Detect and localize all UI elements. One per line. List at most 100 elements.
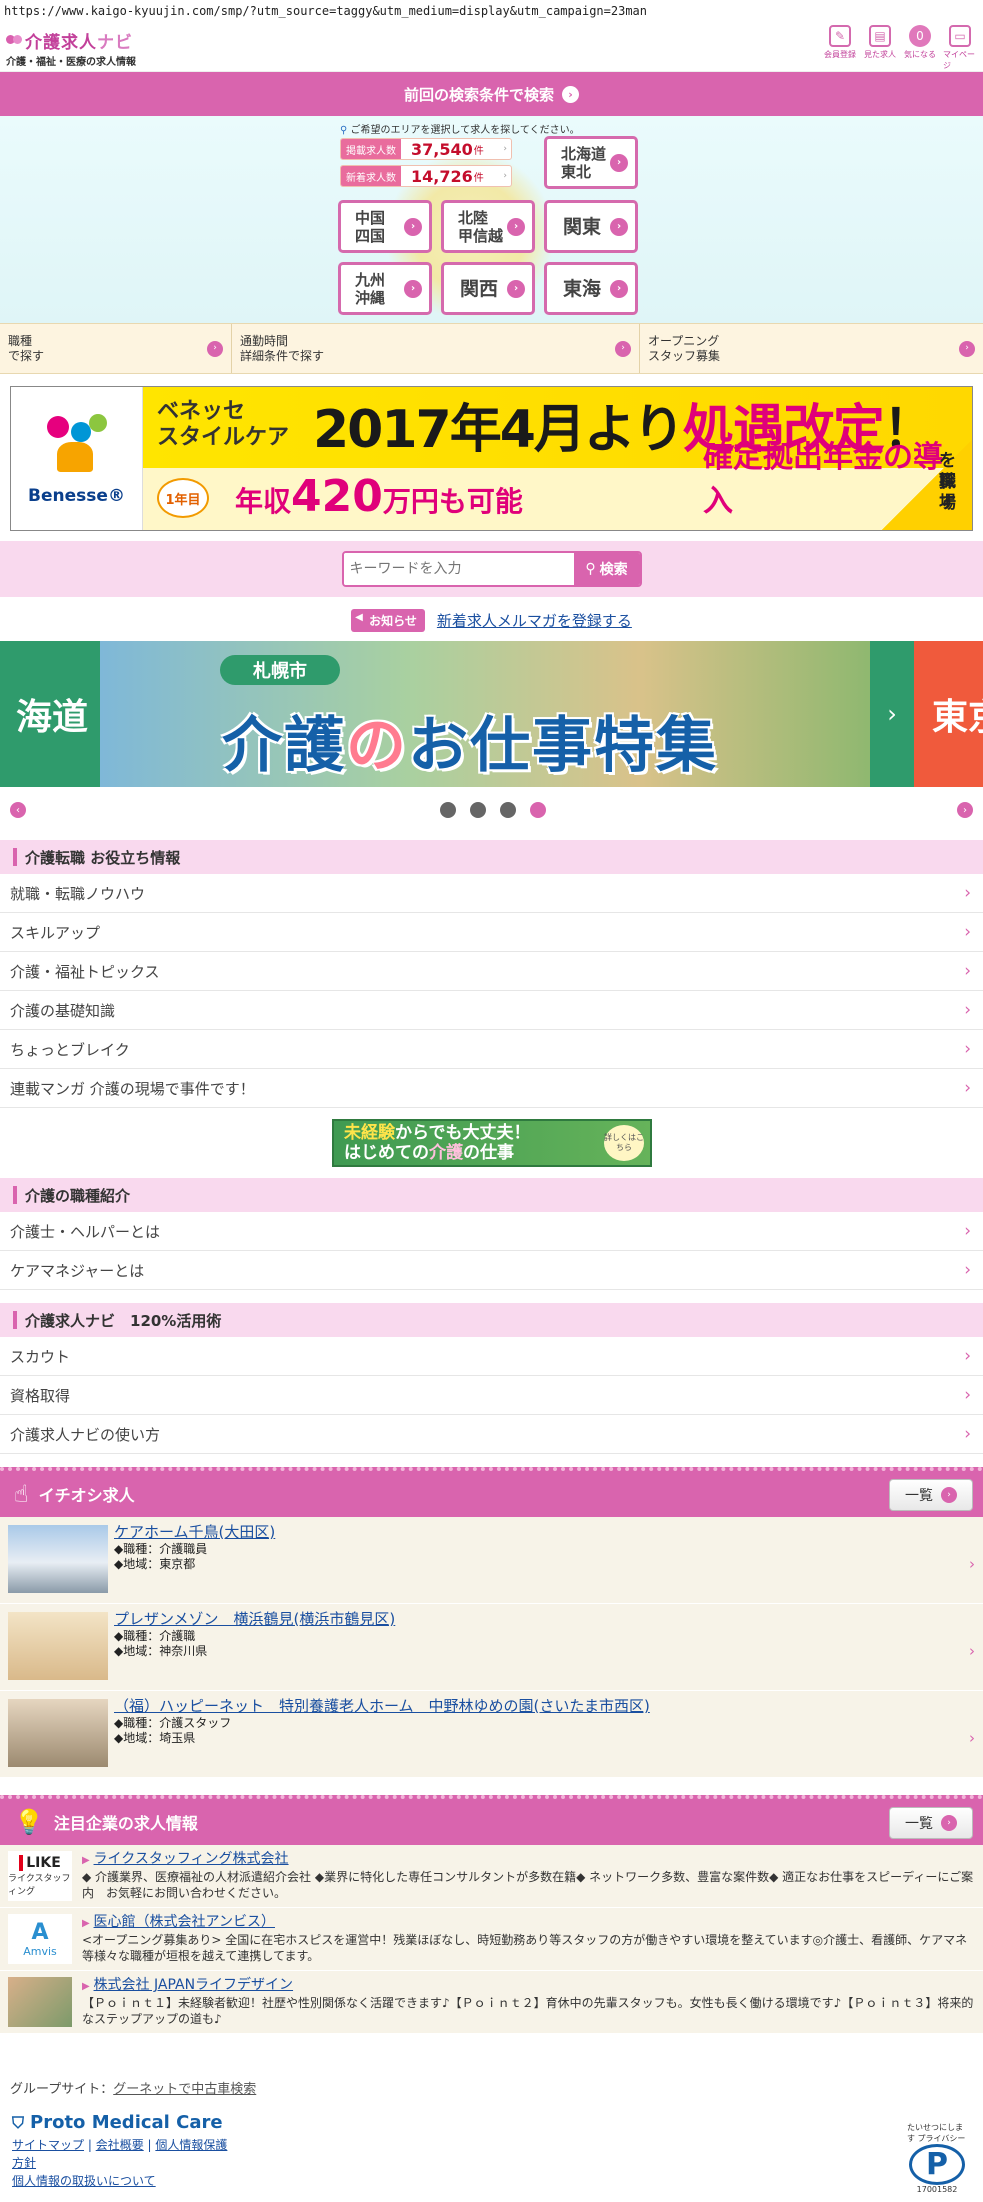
list-item[interactable]: 介護の基礎知識 › — [0, 991, 983, 1030]
companies-list: LIKE ライクスタッフィング ▶ ライクスタッフィング株式会社 ◆ 介護業界、医療福… — [0, 1845, 983, 2034]
slide-ribbon: 札幌市 — [220, 655, 340, 685]
featured-jobs-header: ☝ イチオシ求人 一覧 › — [0, 1467, 983, 1517]
list-item[interactable]: スキルアップ › — [0, 913, 983, 952]
search-by-commute-detail[interactable]: 通勤時間 詳細条件で探す › — [232, 324, 640, 373]
address-bar[interactable]: https://www.kaigo-kyuujin.com/smp/?utm_s… — [0, 0, 983, 24]
carousel-next-button[interactable]: › — [957, 802, 973, 818]
chevron-right-icon: › — [964, 1039, 971, 1059]
company-card[interactable]: A Amvis ▶ 医心館（株式会社アンビス） <オープニング募集あり> 全国に在宅ホ… — [0, 1908, 983, 1971]
privacy-mark-icon: P — [909, 2144, 965, 2185]
region-kanto[interactable]: 関東 › — [544, 200, 638, 253]
viewed-jobs-button[interactable]: ▤ 見た求人 — [863, 24, 897, 71]
job-title-link[interactable]: ケアホーム千鳥(大田区) — [114, 1525, 275, 1540]
proto-mark-icon: ⛉ — [12, 2112, 25, 2132]
job-title-link[interactable]: プレザンメゾン 横浜鶴見(横浜市鶴見区) — [114, 1612, 395, 1627]
featured-list-button[interactable]: 一覧 › — [889, 1479, 973, 1511]
list-item[interactable]: 介護・福祉トピックス › — [0, 952, 983, 991]
benesse-logo-icon — [37, 412, 117, 478]
book-icon: ▭ — [949, 24, 971, 47]
job-card[interactable]: ケアホーム千鳥(大田区) ◆職種：介護職員 ◆地域：東京都 › — [0, 1517, 983, 1604]
list-item[interactable]: ケアマネジャーとは › — [0, 1251, 983, 1290]
list-item[interactable]: スカウト › — [0, 1337, 983, 1376]
job-area: ◆地域：神奈川県 — [114, 1644, 208, 1658]
search-opening-staff[interactable]: オープニング スタッフ募集 › — [640, 324, 983, 373]
search-by-jobtype[interactable]: 職種 で探す › — [0, 324, 232, 373]
region-kyushu-okinawa[interactable]: 九州 沖縄 › — [338, 262, 432, 315]
caret-right-icon: ▶ — [82, 1981, 90, 1992]
feature-carousel[interactable]: 海道 札幌市 介護のお仕事特集 › 東京 — [0, 641, 983, 787]
search-button[interactable]: ⚲ 検索 — [573, 553, 640, 585]
featured-jobs-list: ケアホーム千鳥(大田区) ◆職種：介護職員 ◆地域：東京都 › プレザンメゾン 横浜鶴見… — [0, 1517, 983, 1778]
chevron-right-icon: › — [562, 85, 579, 103]
benesse-banner[interactable]: Benesse® ベネッセ スタイルケア 2017年4月より処遇改定！ 1年目 年… — [10, 386, 973, 531]
site-logo[interactable]: 介護求人ナビ 介護・福祉・医療の求人情報 — [6, 28, 136, 68]
mypage-button[interactable]: ▭ マイページ — [943, 24, 977, 71]
job-card[interactable]: （福）ハッピーネット 特別養護老人ホーム 中野林ゆめの園(さいたま市西区) ◆職種… — [0, 1691, 983, 1778]
caret-right-icon: ▶ — [82, 1855, 90, 1866]
job-title-link[interactable]: （福）ハッピーネット 特別養護老人ホーム 中野林ゆめの園(さいたま市西区) — [114, 1699, 650, 1714]
list-item[interactable]: 介護士・ヘルパーとは › — [0, 1212, 983, 1251]
howto-list: スカウト › 資格取得 › 介護求人ナビの使い方 › — [0, 1337, 983, 1454]
beginner-banner[interactable]: 未経験からでも大丈夫！ はじめての介護の仕事 詳しくはこちら — [332, 1119, 652, 1167]
chevron-right-icon: › — [964, 1000, 971, 1020]
companies-list-button[interactable]: 一覧 › — [889, 1807, 973, 1839]
region-hokuriku-koshinetsu[interactable]: 北陸 甲信越 › — [441, 200, 535, 253]
favorites-button[interactable]: 0 気になる — [903, 24, 937, 71]
banner-salary: 年収420万円も可能 — [235, 471, 523, 522]
carousel-prev-button[interactable]: ‹ — [10, 802, 26, 818]
logo-tagline: 介護・福祉・医療の求人情報 — [6, 56, 136, 68]
chevron-right-icon: › — [610, 279, 628, 298]
privacy-handling-link[interactable]: 個人情報の取扱いについて — [12, 2174, 156, 2188]
company-description: ◆ 介護業界、医療福祉の人材派遣紹介会社 ◆業界に特化した専任コンサルタントが多… — [82, 1870, 974, 1900]
carousel-dot[interactable] — [530, 802, 546, 818]
company-description: 【Ｐｏｉｎｔ１】未経験者歓迎！社歴や性別関係なく活躍できます♪【Ｐｏｉｎｔ２】育… — [82, 1996, 974, 2026]
sapporo-feature-slide: 札幌市 介護のお仕事特集 — [100, 641, 870, 787]
sitemap-link[interactable]: サイトマップ — [12, 2138, 84, 2152]
list-item[interactable]: 連載マンガ 介護の現場で事件です！ › — [0, 1069, 983, 1108]
company-name-link[interactable]: 医心館（株式会社アンビス） — [94, 1914, 275, 1930]
newsletter-link[interactable]: 新着求人メルマガを登録する — [437, 610, 632, 631]
region-chugoku-shikoku[interactable]: 中国 四国 › — [338, 200, 432, 253]
section-jobtypes: 介護の職種紹介 — [0, 1178, 983, 1212]
prev-slide-preview: 海道 — [0, 641, 100, 787]
carousel-dot[interactable] — [440, 802, 456, 818]
register-button[interactable]: ✎ 会員登録 — [823, 24, 857, 71]
chevron-right-icon: › — [610, 153, 628, 172]
company-card[interactable]: ▶ 株式会社 JAPANライフデザイン【Ｐｏｉｎｔ１】未経験者歓迎！社歴や性別関… — [0, 1971, 983, 2034]
goonet-link[interactable]: グーネットで中古車検索 — [113, 2082, 256, 2097]
banner-cta: 職場 を探す — [882, 440, 972, 530]
previous-search-button[interactable]: 前回の検索条件で検索 › — [0, 72, 983, 116]
job-area: ◆地域：東京都 — [114, 1557, 196, 1571]
chevron-right-icon: › — [507, 217, 525, 236]
caret-right-icon: › — [503, 171, 507, 181]
next-slide-preview: 東京 — [914, 641, 983, 787]
company-name-link[interactable]: ライクスタッフィング株式会社 — [94, 1851, 289, 1867]
caret-right-icon: ▶ — [82, 1918, 90, 1929]
region-kansai[interactable]: 関西 › — [441, 262, 535, 315]
carousel-pager: ‹ › — [0, 797, 983, 823]
section-howto: 介護求人ナビ 120%活用術 — [0, 1303, 983, 1337]
carousel-dots — [440, 802, 546, 818]
list-item[interactable]: 資格取得 › — [0, 1376, 983, 1415]
job-type: ◆職種：介護職 — [114, 1629, 196, 1643]
region-tokai[interactable]: 東海 › — [544, 262, 638, 315]
chevron-right-icon: › — [941, 1487, 957, 1503]
calendar-icon: ▤ — [869, 24, 891, 47]
jobtypes-list: 介護士・ヘルパーとは › ケアマネジャーとは › — [0, 1212, 983, 1290]
carousel-dot[interactable] — [470, 802, 486, 818]
list-item[interactable]: 就職・転職ノウハウ › — [0, 874, 983, 913]
company-logo: A Amvis — [8, 1914, 72, 1964]
proto-logo[interactable]: ⛉ Proto Medical Care — [12, 2112, 223, 2133]
carousel-dot[interactable] — [500, 802, 516, 818]
chevron-right-icon: › — [964, 922, 971, 942]
keyword-input[interactable] — [343, 553, 574, 585]
chevron-right-icon: › — [964, 1424, 971, 1444]
list-item[interactable]: 介護求人ナビの使い方 › — [0, 1415, 983, 1454]
job-card[interactable]: プレザンメゾン 横浜鶴見(横浜市鶴見区) ◆職種：介護職 ◆地域：神奈川県 › — [0, 1604, 983, 1691]
company-link[interactable]: 会社概要 — [96, 2138, 144, 2152]
region-hokkaido-tohoku[interactable]: 北海道 東北 › — [544, 136, 638, 189]
company-name-link[interactable]: 株式会社 JAPANライフデザイン — [94, 1977, 294, 1993]
company-card[interactable]: LIKE ライクスタッフィング ▶ ライクスタッフィング株式会社 ◆ 介護業界、医療福… — [0, 1845, 983, 1908]
list-item[interactable]: ちょっとブレイク › — [0, 1030, 983, 1069]
company-logo: LIKE ライクスタッフィング — [8, 1851, 72, 1901]
